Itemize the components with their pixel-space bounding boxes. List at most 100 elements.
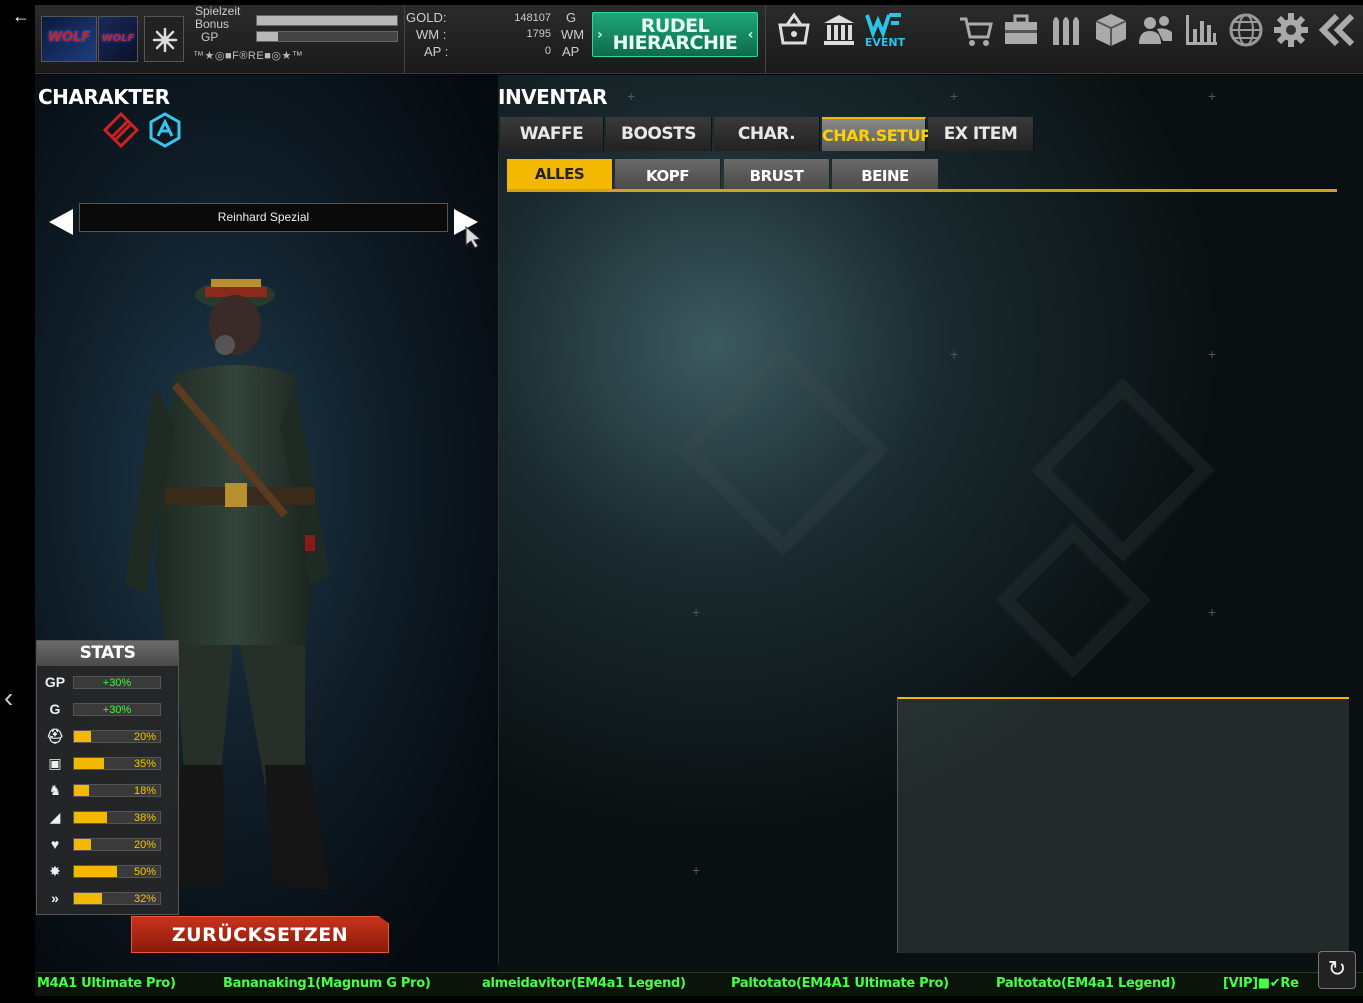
settings-icon[interactable] <box>1272 11 1310 49</box>
bonus-bar <box>256 15 398 26</box>
wolf-icon: ♞ <box>48 782 62 798</box>
inventory-title: INVENTAR <box>498 85 608 109</box>
tab-waffe[interactable]: WAFFE <box>500 117 604 151</box>
event-icon[interactable]: EVENT <box>865 11 905 49</box>
divider <box>765 5 766 74</box>
ranking-icon[interactable] <box>1182 11 1220 49</box>
speed-icon: » <box>51 890 59 906</box>
stat-bar: 20% <box>73 730 161 743</box>
stats-title: STATS <box>37 641 178 666</box>
back-arrow-icon[interactable]: ← <box>8 4 34 28</box>
subtab-underline <box>507 189 1337 192</box>
ticker-item: Paltotato(EM4a1 Legend) <box>996 976 1176 991</box>
hierarchie-label: HIERARCHIE <box>612 32 738 54</box>
inventory-grid: ALLES KOPF BRUST BEINE <box>498 151 1358 963</box>
chevron-left-icon: ‹ <box>747 27 754 43</box>
next-character-arrow-icon[interactable] <box>452 207 486 249</box>
bank-icon[interactable] <box>820 11 858 49</box>
stat-bar-fill <box>74 812 107 823</box>
inventory-panel: + + + + + + + + + INVENTAR WAFFE BOOSTS … <box>498 75 1363 972</box>
heart-icon: ♥ <box>50 836 60 852</box>
stat-value: +30% <box>102 677 132 689</box>
ticker-item: M4A1 Ultimate Pro) <box>37 976 176 991</box>
divider <box>404 5 405 74</box>
subtab-kopf[interactable]: KOPF <box>615 159 721 189</box>
burst-icon: ✸ <box>49 863 61 879</box>
ticker-item: almeidavitor(EM4a1 Legend) <box>482 976 686 991</box>
armor-icon: ▣ <box>48 755 62 771</box>
character-name-field: Reinhard Spezial <box>79 203 448 232</box>
wm-unit: WM <box>561 27 585 42</box>
ticker-item: Paltotato(EM4A1 Ultimate Pro) <box>731 976 949 991</box>
subtab-alles[interactable]: ALLES <box>507 159 613 189</box>
grid-marker: + <box>1208 88 1217 104</box>
collapse-icon[interactable] <box>1317 11 1355 49</box>
grid-marker: + <box>627 88 636 104</box>
helmet-icon: ⛑ <box>46 728 64 744</box>
stat-value: 50% <box>133 866 156 878</box>
player-name: ™★◎■F®RE■◎★™ <box>193 50 304 62</box>
stat-bar-fill <box>74 785 90 796</box>
basket-icon[interactable] <box>775 11 813 49</box>
previous-character-arrow-icon[interactable] <box>47 207 75 237</box>
stat-row: ◢ 38% <box>37 806 180 828</box>
stat-row: ♞ 18% <box>37 779 180 801</box>
clan-emblem-icon[interactable] <box>144 16 184 62</box>
refresh-icon[interactable]: ↻ <box>1318 951 1356 989</box>
wolfteam-logo: WOLF <box>41 16 97 62</box>
stat-bar: +30% <box>73 676 161 689</box>
event-label: EVENT <box>865 36 905 49</box>
tab-ex-item[interactable]: EX ITEM <box>928 117 1034 151</box>
character-panel: CHARAKTER Reinhard Spezial STATS GP +30%… <box>35 75 498 972</box>
rank-emblem: WOLF <box>98 16 138 62</box>
briefcase-icon[interactable] <box>1002 11 1040 49</box>
stat-bar-fill <box>74 893 102 904</box>
gold-icon: G <box>49 701 61 717</box>
ap-label: AP : <box>424 44 449 59</box>
stat-row: ▣ 35% <box>37 752 180 774</box>
grid-marker: + <box>950 88 959 104</box>
stat-value: 20% <box>133 731 156 743</box>
gold-value: 148107 <box>514 12 551 24</box>
stat-bar: 32% <box>73 892 161 905</box>
cart-icon[interactable] <box>957 11 995 49</box>
item-detail-box <box>897 697 1349 953</box>
tab-char-setup[interactable]: CHAR.SETUP <box>822 117 932 151</box>
stat-bar: +30% <box>73 703 161 716</box>
box-icon[interactable] <box>1092 11 1130 49</box>
tab-boosts[interactable]: BOOSTS <box>606 117 712 151</box>
ammo-icon[interactable] <box>1047 11 1085 49</box>
stat-row: G +30% <box>37 698 180 720</box>
ap-value: 0 <box>544 45 551 57</box>
gp-bar <box>256 31 398 42</box>
subtab-beine[interactable]: BEINE <box>832 159 939 189</box>
gold-label: GOLD: <box>406 10 447 25</box>
stat-value: 20% <box>133 839 156 851</box>
stat-value: 18% <box>133 785 156 797</box>
ticker-item: Bananaking1(Magnum G Pro) <box>223 976 431 991</box>
wm-label: WM : <box>416 27 447 42</box>
subtab-brust[interactable]: BRUST <box>724 159 830 189</box>
gold-unit: G <box>566 10 577 25</box>
tab-char[interactable]: CHAR. <box>714 117 820 151</box>
stat-bar: 50% <box>73 865 161 878</box>
chevron-left-icon[interactable]: ‹ <box>4 680 28 716</box>
rudel-hierarchie-button[interactable]: › RUDEL HIERARCHIE ‹ <box>592 12 758 57</box>
stat-row: ✸ 50% <box>37 860 180 882</box>
friends-icon[interactable] <box>1137 11 1175 49</box>
stat-value: 32% <box>133 893 156 905</box>
stat-bar-fill <box>74 839 92 850</box>
wolf-class-icon[interactable] <box>147 112 183 148</box>
ticker-item: [VIP]■✔Re <box>1223 976 1299 991</box>
stat-bar: 38% <box>73 811 161 824</box>
globe-icon[interactable] <box>1227 11 1265 49</box>
stat-value: 35% <box>133 758 156 770</box>
wm-value: 1795 <box>526 28 551 40</box>
assault-class-icon[interactable] <box>103 112 139 148</box>
stat-bar-fill <box>74 866 117 877</box>
boot-icon: ◢ <box>49 809 61 825</box>
stat-row: GP +30% <box>37 671 180 693</box>
stat-bar: 35% <box>73 757 161 770</box>
reset-button[interactable]: ZURÜCKSETZEN <box>131 916 389 953</box>
gp-icon: GP <box>44 674 66 690</box>
